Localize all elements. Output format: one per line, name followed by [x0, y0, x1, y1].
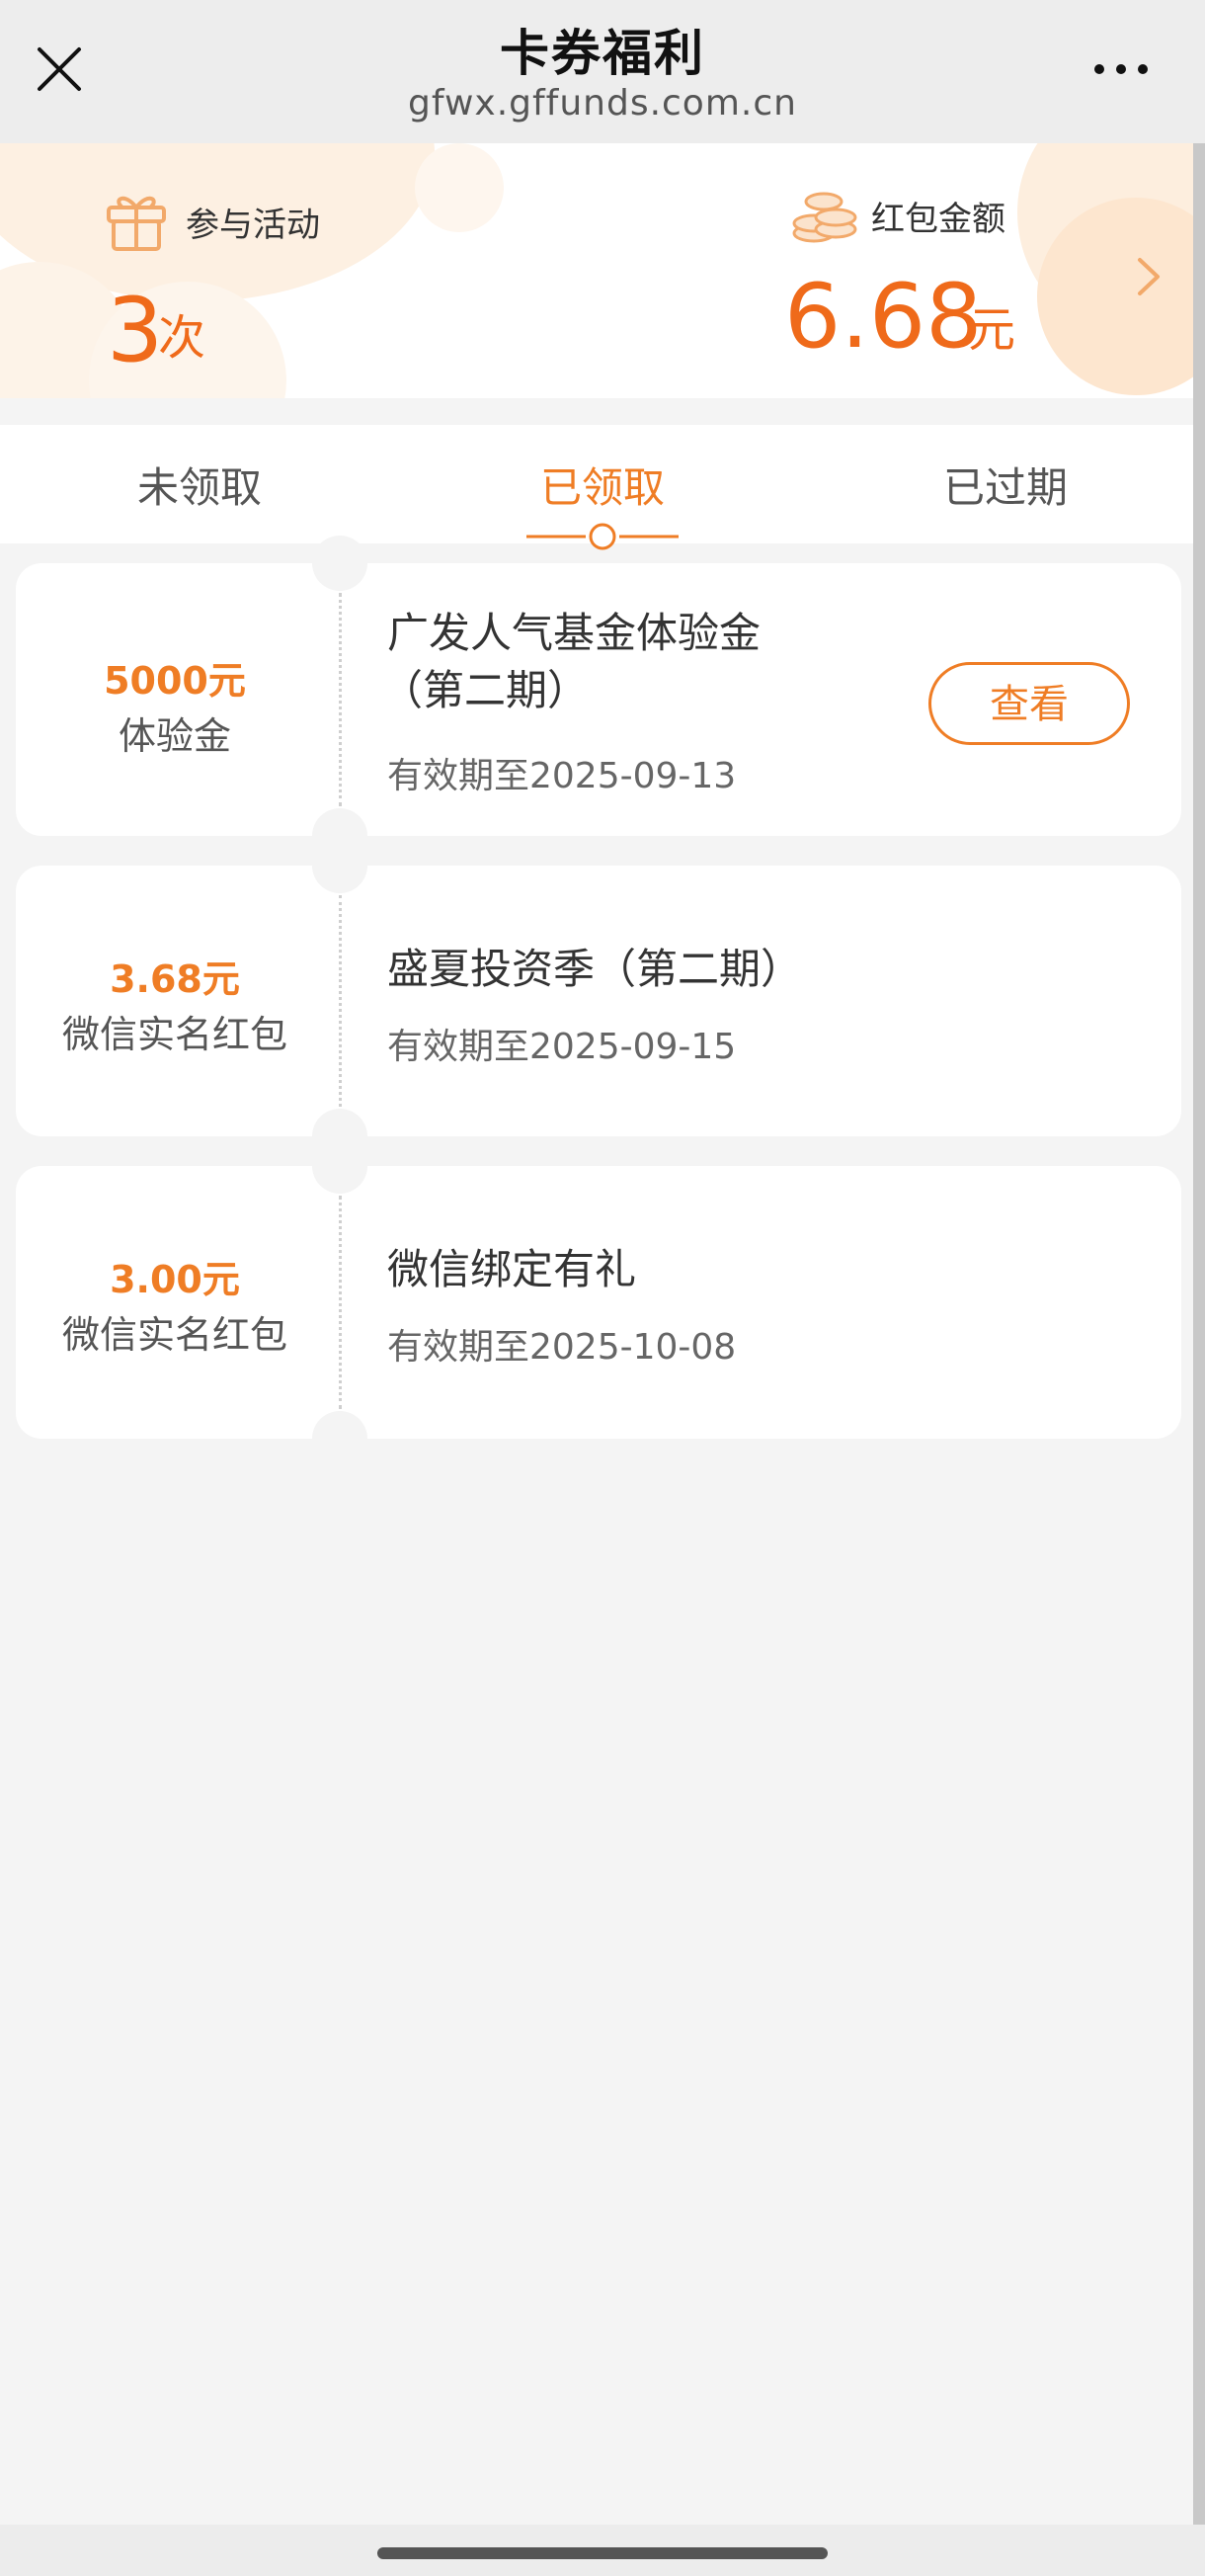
coupon-type: 微信实名红包	[61, 1013, 287, 1056]
coupon-amount: 3.00元	[110, 1258, 240, 1301]
participation-unit: 次	[158, 310, 206, 366]
home-indicator[interactable]	[377, 2547, 828, 2559]
red-packet-unit: 元	[968, 302, 1016, 358]
coupon-type: 体验金	[118, 714, 231, 758]
coupon-divider	[339, 593, 342, 806]
coupon-notch	[312, 1411, 367, 1466]
coins-icon	[792, 192, 857, 243]
coupon-amount: 5000元	[104, 659, 246, 703]
coupon-card[interactable]: 3.68元 微信实名红包 盛夏投资季（第二期） 有效期至2025-09-15	[16, 838, 1181, 1164]
coupon-card[interactable]: 5000元 体验金 广发人气基金体验金 （第二期） 有效期至2025-09-13…	[16, 536, 1181, 864]
coupon-amount: 3.68元	[110, 957, 240, 1001]
coupon-notch	[312, 838, 367, 893]
participation-count: 3	[107, 279, 164, 382]
red-packet-label: 红包金额	[871, 200, 1005, 239]
red-packet-amount: 6.68	[784, 265, 983, 369]
coupon-type: 微信实名红包	[61, 1313, 287, 1357]
tab-expired[interactable]: 已过期	[808, 455, 1203, 515]
coupon-title: 广发人气基金体验金	[387, 609, 762, 657]
tab-unclaimed[interactable]: 未领取	[2, 455, 397, 515]
chevron-right-icon[interactable]	[1134, 252, 1164, 301]
coupon-title-line2: （第二期）	[381, 666, 590, 714]
coupon-expiry: 有效期至2025-09-13	[387, 756, 737, 796]
page-url: gfwx.gffunds.com.cn	[408, 83, 797, 124]
coupon-expiry: 有效期至2025-10-08	[387, 1327, 737, 1368]
page-title: 卡券福利	[500, 25, 705, 82]
participation-label: 参与活动	[186, 206, 320, 245]
coupon-title: 盛夏投资季（第二期）	[387, 945, 803, 993]
coupon-divider	[339, 1196, 342, 1409]
more-dots-icon[interactable]	[1091, 57, 1151, 81]
view-button[interactable]: 查看	[928, 662, 1130, 745]
banner-decoration	[415, 143, 504, 232]
coupon-expiry: 有效期至2025-09-15	[387, 1027, 737, 1067]
coupon-title: 微信绑定有礼	[387, 1245, 637, 1293]
tab-claimed[interactable]: 已领取	[405, 455, 800, 515]
active-tab-indicator	[526, 523, 679, 550]
scrollbar[interactable]	[1193, 143, 1205, 2525]
coupon-notch	[312, 536, 367, 591]
coupon-notch	[312, 1138, 367, 1194]
coupon-card[interactable]: 3.00元 微信实名红包 微信绑定有礼 有效期至2025-10-08	[16, 1138, 1181, 1466]
gift-icon	[107, 196, 166, 251]
top-nav-bar: 卡券福利 gfwx.gffunds.com.cn	[0, 0, 1205, 143]
coupon-divider	[339, 895, 342, 1107]
